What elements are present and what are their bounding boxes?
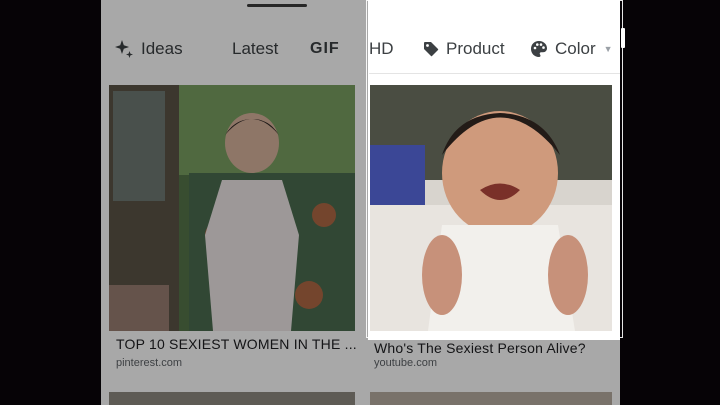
result-source: youtube.com	[374, 357, 437, 369]
filter-chip-product[interactable]: Product	[422, 26, 505, 72]
result-thumbnail[interactable]	[370, 392, 612, 405]
result-caption[interactable]: TOP 10 SEXIEST WOMEN IN THE ...	[116, 336, 357, 352]
sparkle-icon	[115, 40, 133, 58]
filter-chip-color-label: Color	[555, 39, 596, 58]
result-thumbnail[interactable]	[370, 85, 612, 331]
filter-chip-latest-label: Latest	[232, 39, 279, 58]
result-card[interactable]: Who's The Sexiest Person Alive? youtube.…	[370, 85, 612, 375]
result-image	[109, 85, 355, 331]
filter-chip-gif-label: GIF	[310, 40, 340, 57]
filter-chip-ideas[interactable]: Ideas	[113, 26, 183, 72]
filter-chip-bar: Ideas Latest GIF HD Product Color ▼	[101, 26, 620, 72]
result-thumbnail[interactable]	[109, 392, 355, 405]
image-search-panel: Ideas Latest GIF HD Product Color ▼ TOP …	[101, 0, 620, 405]
result-caption[interactable]: Who's The Sexiest Person Alive?	[374, 340, 586, 356]
active-tab-indicator	[247, 4, 307, 7]
filter-chip-ideas-label: Ideas	[141, 39, 183, 58]
result-source: pinterest.com	[116, 357, 183, 369]
palette-icon	[531, 41, 547, 57]
filter-chip-color[interactable]: Color ▼	[529, 26, 613, 72]
caret-down-icon: ▼	[603, 44, 613, 54]
filter-divider	[369, 73, 620, 74]
filter-chip-product-label: Product	[446, 39, 505, 58]
filter-chip-latest[interactable]: Latest	[232, 26, 278, 72]
filter-chip-gif[interactable]: GIF	[310, 26, 340, 72]
filter-chip-hd[interactable]: HD	[369, 26, 394, 72]
result-thumbnail[interactable]	[109, 85, 355, 331]
selection-handle[interactable]	[621, 28, 625, 48]
filter-chip-hd-label: HD	[369, 39, 394, 58]
result-image	[370, 85, 612, 331]
result-card[interactable]: TOP 10 SEXIEST WOMEN IN THE ... pinteres…	[109, 85, 357, 375]
tag-icon	[424, 42, 439, 57]
